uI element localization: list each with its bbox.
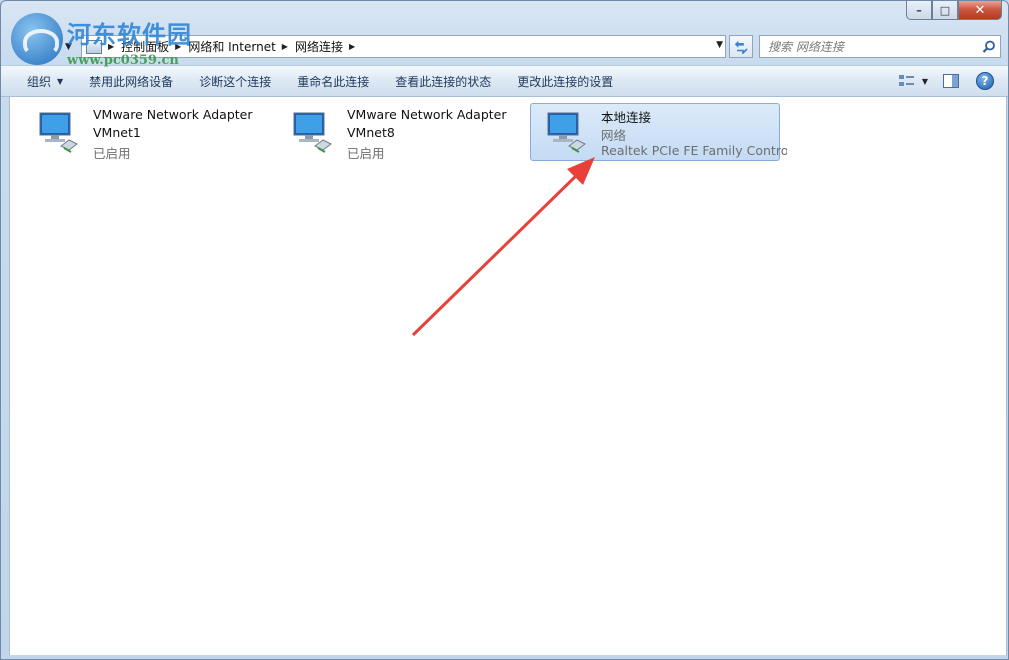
connection-network: VMnet1 [93, 125, 141, 140]
connection-item-local-area[interactable]: 本地连接 网络 Realtek PCIe FE Family Control..… [530, 103, 787, 161]
search-input[interactable] [768, 36, 978, 57]
explorer-window: 河东软件园 www.pc0359.cn – □ ✕ ▼ ▶ 控制面板 ▶ 网络和… [0, 0, 1009, 660]
view-options-dropdown-icon[interactable]: ▼ [922, 77, 928, 86]
window-bottom-border [1, 655, 1008, 659]
watermark: 河东软件园 www.pc0359.cn [7, 9, 207, 71]
help-icon[interactable]: ? [974, 70, 996, 92]
organize-menu[interactable]: 组织 ▼ [1, 69, 76, 93]
connections-list: VMware Network Adapter VMnet1 已启用 VMware… [9, 97, 1007, 657]
connection-item-vmnet1[interactable]: VMware Network Adapter VMnet1 已启用 [22, 103, 272, 161]
command-bar-right: ▼ ? [896, 70, 996, 92]
chevron-down-icon: ▼ [57, 76, 64, 86]
breadcrumb-arrow-icon[interactable]: ▶ [282, 42, 288, 51]
watermark-url: www.pc0359.cn [67, 53, 179, 68]
change-settings-button[interactable]: 更改此连接的设置 [504, 69, 626, 93]
connection-network: 网络 [601, 128, 627, 143]
connection-status: 已启用 [93, 146, 131, 161]
preview-pane-icon[interactable] [940, 70, 962, 92]
connection-item-vmnet8[interactable]: VMware Network Adapter VMnet8 已启用 [276, 103, 526, 161]
search-box[interactable] [759, 35, 1001, 58]
search-icon[interactable] [978, 40, 1000, 54]
minimize-button[interactable]: – [906, 1, 932, 20]
connection-name: VMware Network Adapter [93, 107, 253, 122]
organize-label: 组织 [27, 74, 52, 89]
address-dropdown-icon[interactable]: ▼ [716, 40, 723, 50]
network-adapter-icon [39, 112, 78, 153]
connection-name: VMware Network Adapter [347, 107, 507, 122]
connection-status: Realtek PCIe FE Family Control... [601, 143, 787, 158]
watermark-title: 河东软件园 [67, 20, 192, 49]
network-adapter-icon [293, 112, 332, 153]
refresh-icon [734, 40, 748, 54]
connection-name: 本地连接 [601, 110, 652, 125]
breadcrumb-arrow-icon[interactable]: ▶ [349, 42, 355, 51]
connection-network: VMnet8 [347, 125, 395, 140]
refresh-button[interactable] [729, 35, 753, 58]
watermark-logo-icon [11, 13, 63, 65]
diagnose-connection-button[interactable]: 诊断这个连接 [186, 69, 284, 93]
network-adapter-icon [547, 112, 586, 153]
breadcrumb-network-connections[interactable]: 网络连接 [295, 38, 343, 55]
change-view-icon[interactable] [896, 70, 918, 92]
connection-status: 已启用 [347, 146, 385, 161]
caption-buttons: – □ ✕ [906, 1, 1002, 20]
close-button[interactable]: ✕ [958, 1, 1002, 20]
view-status-button[interactable]: 查看此连接的状态 [382, 69, 504, 93]
rename-connection-button[interactable]: 重命名此连接 [284, 69, 382, 93]
maximize-button[interactable]: □ [932, 1, 958, 20]
disable-device-button[interactable]: 禁用此网络设备 [76, 69, 186, 93]
